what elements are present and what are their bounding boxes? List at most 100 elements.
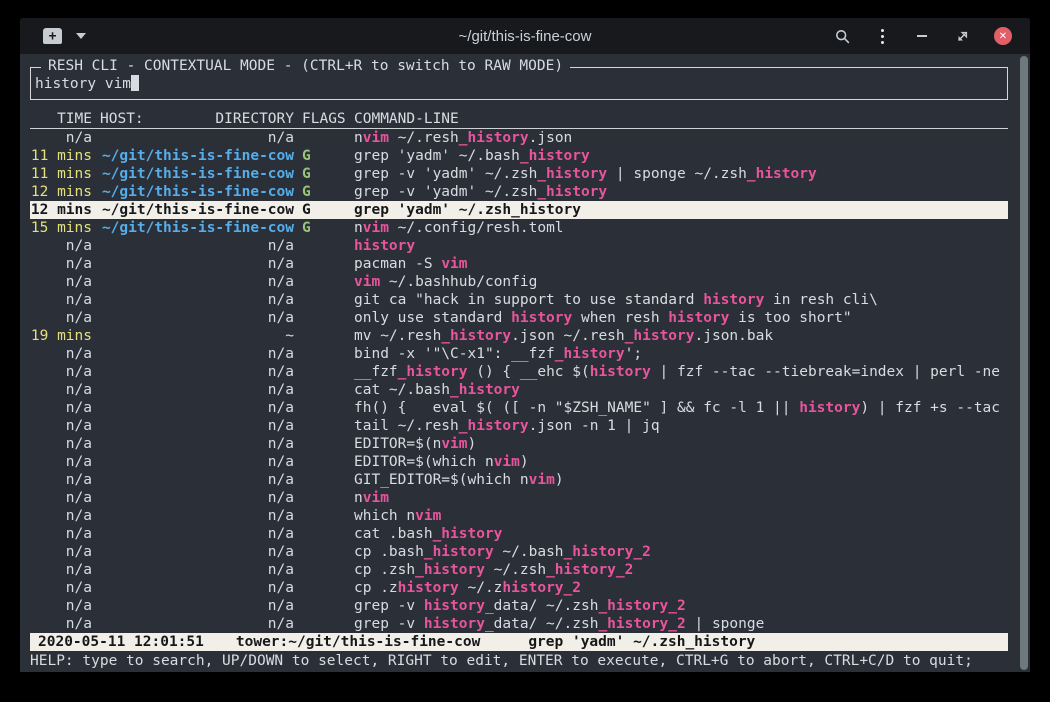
row-command: nvim ~/.resh_history.json bbox=[354, 129, 1008, 147]
row-directory: n/a bbox=[100, 237, 294, 255]
menu-kebab-icon[interactable] bbox=[874, 28, 890, 44]
row-command: pacman -S vim bbox=[354, 255, 1008, 273]
history-row[interactable]: n/a n/a __fzf_history () { __ehc $(histo… bbox=[30, 363, 1008, 381]
history-row[interactable]: 11 mins ~/git/this-is-fine-cow G grep 'y… bbox=[30, 147, 1008, 165]
row-flags bbox=[302, 327, 346, 345]
header-command-line: COMMAND-LINE bbox=[354, 111, 1008, 128]
cmd-segment: ~/.zsh bbox=[485, 562, 546, 578]
row-time: 15 mins bbox=[30, 219, 92, 237]
restore-button[interactable] bbox=[954, 28, 970, 44]
history-row[interactable]: n/a n/a bind -x '"\C-x1": __fzf_history'… bbox=[30, 345, 1008, 363]
cmd-segment: .json.bak bbox=[695, 328, 774, 344]
row-flags: G bbox=[302, 165, 346, 183]
row-time: n/a bbox=[30, 453, 92, 471]
history-row[interactable]: n/a n/a cp .zhistory ~/.zhistory_2 bbox=[30, 579, 1008, 597]
row-time: n/a bbox=[30, 255, 92, 273]
cmd-match-segment: _history bbox=[398, 364, 468, 380]
history-row[interactable]: n/a n/a fh() { eval $( ([ -n "$ZSH_NAME"… bbox=[30, 399, 1008, 417]
history-row[interactable]: n/a n/a grep -v history_data/ ~/.zsh_his… bbox=[30, 597, 1008, 615]
history-row[interactable]: n/a n/a cp .zsh_history ~/.zsh_history_2 bbox=[30, 561, 1008, 579]
row-directory: n/a bbox=[100, 471, 294, 489]
row-flags bbox=[302, 291, 346, 309]
history-row[interactable]: n/a n/a EDITOR=$(nvim) bbox=[30, 435, 1008, 453]
cmd-match-segment: _history bbox=[537, 166, 607, 182]
cmd-match-segment: history bbox=[668, 310, 729, 326]
history-row[interactable]: n/a n/a git ca "hack in support to use s… bbox=[30, 291, 1008, 309]
cmd-match-segment: _history bbox=[459, 130, 529, 146]
cmd-segment: is too short" bbox=[729, 310, 851, 326]
row-flags bbox=[302, 579, 346, 597]
history-row[interactable]: n/a n/a pacman -S vim bbox=[30, 255, 1008, 273]
row-command: grep -v 'yadm' ~/.zsh_history bbox=[354, 183, 1008, 201]
cmd-segment: EDITOR=$(n bbox=[354, 436, 441, 452]
cmd-segment: n bbox=[354, 220, 363, 236]
cmd-segment: only use standard bbox=[354, 310, 511, 326]
search-box-legend: RESH CLI - CONTEXTUAL MODE - (CTRL+R to … bbox=[41, 58, 570, 74]
history-row[interactable]: n/a n/a cp .bash_history ~/.bash_history… bbox=[30, 543, 1008, 561]
history-row[interactable]: n/a n/a grep -v history_data/ ~/.zsh_his… bbox=[30, 615, 1008, 633]
history-row[interactable]: n/a n/a GIT_EDITOR=$(which nvim) bbox=[30, 471, 1008, 489]
history-row[interactable]: n/a n/a cat .bash_history bbox=[30, 525, 1008, 543]
cmd-match-segment: vim bbox=[494, 454, 520, 470]
row-command: vim ~/.bashhub/config bbox=[354, 273, 1008, 291]
history-row[interactable]: 12 mins ~/git/this-is-fine-cow G grep 'y… bbox=[30, 201, 1008, 219]
row-time: n/a bbox=[30, 129, 92, 147]
cmd-segment: ) bbox=[468, 436, 477, 452]
row-directory: ~ bbox=[100, 327, 294, 345]
cmd-match-segment: history bbox=[590, 364, 651, 380]
cmd-match-segment: _history bbox=[747, 166, 817, 182]
cmd-match-segment: _history_2 bbox=[598, 616, 685, 632]
history-row[interactable]: n/a n/a vim ~/.bashhub/config bbox=[30, 273, 1008, 291]
cmd-match-segment: _history bbox=[555, 346, 625, 362]
row-time: 11 mins bbox=[30, 147, 92, 165]
history-row[interactable]: n/a n/a cat ~/.bash_history bbox=[30, 381, 1008, 399]
cmd-match-segment: vim bbox=[363, 220, 389, 236]
history-row[interactable]: n/a n/a which nvim bbox=[30, 507, 1008, 525]
row-flags bbox=[302, 597, 346, 615]
row-command: grep -v 'yadm' ~/.zsh_history | sponge ~… bbox=[354, 165, 1008, 183]
minimize-button[interactable] bbox=[914, 28, 930, 44]
header-host: HOST: bbox=[100, 111, 144, 128]
scrollbar-thumb[interactable] bbox=[1020, 56, 1028, 670]
row-time: 12 mins bbox=[30, 183, 92, 201]
row-time: 19 mins bbox=[30, 327, 92, 345]
history-row[interactable]: n/a n/a tail ~/.resh_history.json -n 1 |… bbox=[30, 417, 1008, 435]
row-time: n/a bbox=[30, 381, 92, 399]
row-time: n/a bbox=[30, 291, 92, 309]
history-row[interactable]: n/a n/a nvim ~/.resh_history.json bbox=[30, 129, 1008, 147]
cmd-segment: grep -v bbox=[354, 598, 424, 614]
chevron-down-icon[interactable] bbox=[76, 33, 86, 39]
row-time: 12 mins bbox=[30, 201, 92, 219]
search-icon[interactable] bbox=[834, 28, 850, 44]
row-command: nvim ~/.config/resh.toml bbox=[354, 219, 1008, 237]
history-row[interactable]: 12 mins ~/git/this-is-fine-cow G grep -v… bbox=[30, 183, 1008, 201]
row-command: grep 'yadm' ~/.bash_history bbox=[354, 147, 1008, 165]
row-command: nvim bbox=[354, 489, 1008, 507]
search-query-text: history vim bbox=[35, 76, 131, 92]
cmd-match-segment: vim bbox=[441, 256, 467, 272]
row-directory: n/a bbox=[100, 579, 294, 597]
cmd-segment: ~/.bashhub/config bbox=[380, 274, 537, 290]
history-row[interactable]: n/a n/a only use standard history when r… bbox=[30, 309, 1008, 327]
row-command: grep -v history_data/ ~/.zsh_history_2 |… bbox=[354, 615, 1008, 633]
cmd-segment: | sponge bbox=[686, 616, 765, 632]
history-row[interactable]: n/a n/a EDITOR=$(which nvim) bbox=[30, 453, 1008, 471]
row-flags bbox=[302, 615, 346, 633]
cmd-segment: .json -n 1 | jq bbox=[529, 418, 660, 434]
row-directory: n/a bbox=[100, 543, 294, 561]
cmd-segment: ~/.resh bbox=[389, 130, 459, 146]
cmd-match-segment: _history_2 bbox=[598, 598, 685, 614]
cmd-segment: fh() { eval $( ([ -n "$ZSH_NAME" ] && fc… bbox=[354, 400, 799, 416]
history-row[interactable]: 15 mins ~/git/this-is-fine-cow G nvim ~/… bbox=[30, 219, 1008, 237]
history-row[interactable]: 11 mins ~/git/this-is-fine-cow G grep -v… bbox=[30, 165, 1008, 183]
history-row[interactable]: 19 mins ~ mv ~/.resh_history.json ~/.res… bbox=[30, 327, 1008, 345]
close-button[interactable]: ✕ bbox=[994, 27, 1012, 45]
cmd-match-segment: _history_2 bbox=[564, 544, 651, 560]
cmd-match-segment: history bbox=[511, 310, 572, 326]
cmd-segment: GIT_EDITOR=$(which n bbox=[354, 472, 529, 488]
history-row[interactable]: n/a n/a nvim bbox=[30, 489, 1008, 507]
cmd-segment: cp .zsh bbox=[354, 562, 415, 578]
new-tab-button[interactable]: + bbox=[43, 28, 62, 44]
history-row[interactable]: n/a n/a history bbox=[30, 237, 1008, 255]
cmd-segment: grep -v 'yadm' ~/.zsh bbox=[354, 184, 537, 200]
